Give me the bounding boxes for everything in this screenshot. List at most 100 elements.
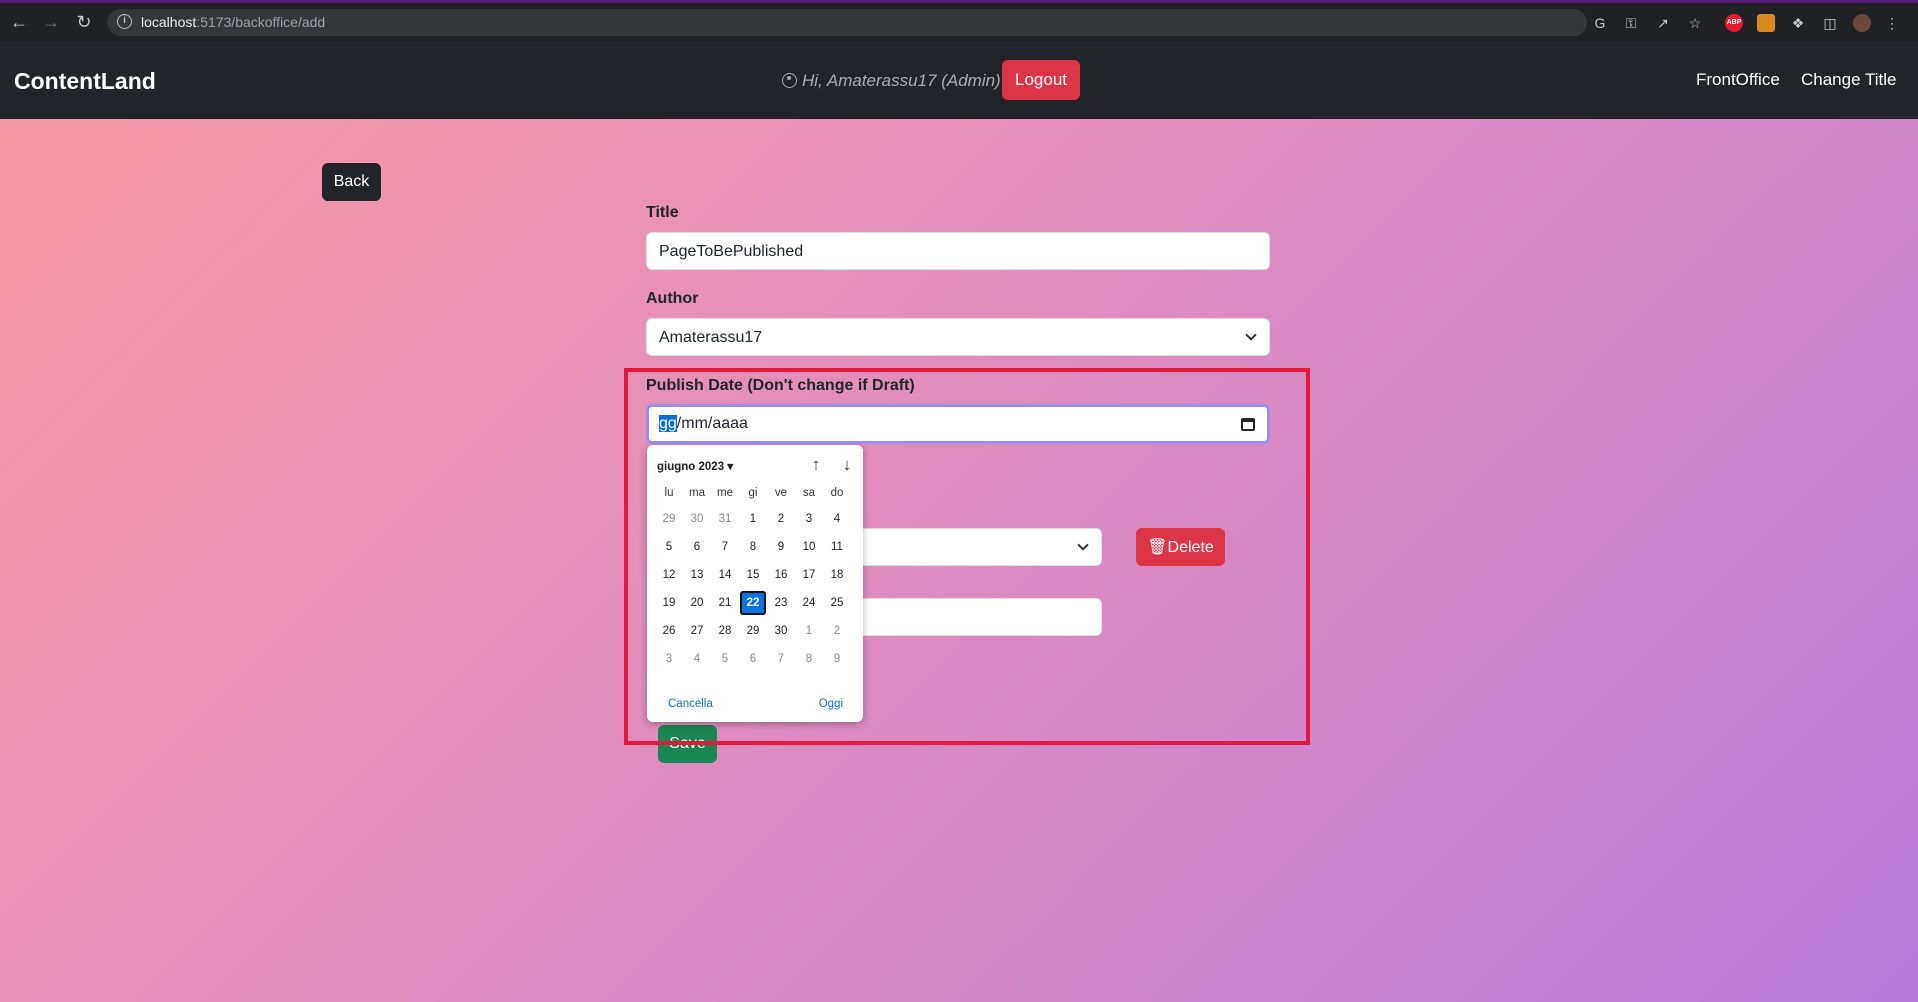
calendar-day[interactable]: 31 (711, 505, 739, 533)
calendar-day[interactable]: 12 (655, 561, 683, 589)
puzzle-icon[interactable]: ❖ (1789, 14, 1807, 32)
calendar-day[interactable]: 20 (683, 589, 711, 617)
calendar-days: 29 30 31 1 2 3 4 5 6 7 8 9 10 11 12 13 14 15 16 17 18 19 20 21 2… (655, 505, 851, 673)
calendar-day[interactable]: 4 (683, 645, 711, 673)
calendar-day[interactable]: 28 (711, 617, 739, 645)
calendar-day[interactable]: 1 (795, 617, 823, 645)
calendar-day[interactable]: 8 (739, 533, 767, 561)
nav-link-change-title[interactable]: Change Title (1801, 70, 1896, 90)
month-year-selector[interactable]: giugno 2023 ▾ (657, 459, 733, 473)
calendar-day[interactable]: 16 (767, 561, 795, 589)
user-greeting: Hi, Amaterassu17 (Admin) (782, 71, 1001, 91)
calendar-week-row: 26 27 28 29 30 1 2 (655, 617, 851, 645)
site-info-icon[interactable]: i (117, 14, 132, 29)
calendar-day[interactable]: 23 (767, 589, 795, 617)
calendar-day[interactable]: 4 (823, 505, 851, 533)
forward-arrow-icon[interactable]: → (40, 11, 62, 33)
calendar-day[interactable]: 10 (795, 533, 823, 561)
calendar-day[interactable]: 30 (767, 617, 795, 645)
author-select[interactable]: Amaterassu17 (646, 318, 1270, 356)
back-button[interactable]: Back (322, 163, 381, 201)
calendar-week-row: 3456789 (655, 645, 851, 673)
reload-icon[interactable]: ↻ (73, 11, 95, 33)
calendar-day[interactable]: 8 (795, 645, 823, 673)
calendar-day[interactable]: 30 (683, 505, 711, 533)
author-select-value: Amaterassu17 (659, 329, 763, 346)
selected-day-label: 22 (740, 591, 766, 615)
brand-title[interactable]: ContentLand (14, 68, 156, 95)
calendar-day[interactable]: 3 (655, 645, 683, 673)
calendar-day[interactable]: 13 (683, 561, 711, 589)
weekday-label: ve (774, 487, 788, 499)
weekday-label: gi (748, 487, 758, 499)
nav-link-frontoffice[interactable]: FrontOffice (1696, 70, 1780, 90)
calendar-day[interactable]: 27 (683, 617, 711, 645)
share-icon[interactable]: ↗ (1654, 14, 1672, 32)
user-circle-icon (782, 73, 797, 88)
calendar-grid: lu ma me gi ve sa do 29 30 31 1 2 3 4 5 6 7 8 9 10 11 12 13 14… (655, 481, 851, 673)
calendar-day[interactable]: 21 (711, 589, 739, 617)
calendar-week-row: 5 6 7 8 9 10 11 (655, 533, 851, 561)
calendar-day[interactable]: 9 (767, 533, 795, 561)
calendar-day[interactable]: 5 (655, 533, 683, 561)
calendar-day[interactable]: 7 (711, 533, 739, 561)
clear-button[interactable]: Cancella (668, 698, 713, 710)
logout-button[interactable]: Logout (1002, 60, 1080, 100)
calendar-day[interactable]: 15 (739, 561, 767, 589)
today-button[interactable]: Oggi (819, 698, 843, 710)
calendar-day[interactable]: 5 (711, 645, 739, 673)
browser-toolbar: ← → ↻ i localhost:5173/backoffice/add G … (0, 0, 1918, 41)
date-picker-popup: giugno 2023 ▾ ↑ ↓ lu ma me gi ve sa do 29 30 31 1… (647, 445, 863, 722)
key-icon[interactable]: ⚿ (1622, 14, 1640, 32)
calendar-day[interactable]: 6 (683, 533, 711, 561)
calendar-day[interactable]: 19 (655, 589, 683, 617)
calendar-day[interactable]: 26 (655, 617, 683, 645)
weekday-label: sa (802, 487, 816, 499)
author-label: Author (646, 290, 699, 307)
title-label: Title (646, 204, 679, 221)
chevron-down-icon (1245, 329, 1257, 341)
weekday-label: me (717, 487, 733, 499)
calendar-day[interactable]: 18 (823, 561, 851, 589)
calendar-week-row: 12 13 14 15 16 17 18 (655, 561, 851, 589)
star-icon[interactable]: ☆ (1686, 14, 1704, 32)
calendar-week-row: 29 30 31 1 2 3 4 (655, 505, 851, 533)
calendar-day[interactable]: 25 (823, 589, 851, 617)
calendar-day[interactable]: 29 (739, 617, 767, 645)
arrow-down-icon[interactable]: ↓ (837, 455, 857, 475)
url-host: localhost (141, 14, 197, 30)
app-navbar: ContentLand Hi, Amaterassu17 (Admin) Log… (0, 41, 1918, 119)
calendar-day[interactable]: 2 (823, 617, 851, 645)
calendar-day[interactable]: 9 (823, 645, 851, 673)
weekday-label: lu (664, 487, 674, 499)
address-bar[interactable]: i localhost:5173/backoffice/add (107, 9, 1587, 36)
weekday-label: do (830, 487, 844, 499)
title-input[interactable]: PageToBePublished (646, 232, 1270, 270)
url-text: localhost:5173/backoffice/add (141, 14, 325, 30)
calendar-day[interactable]: 2 (767, 505, 795, 533)
calendar-day[interactable]: 29 (655, 505, 683, 533)
calendar-day[interactable]: 7 (767, 645, 795, 673)
calendar-day[interactable]: 14 (711, 561, 739, 589)
page-content: Back Title PageToBePublished Author Amat… (0, 119, 1918, 1002)
adblock-icon[interactable]: ABP (1725, 14, 1743, 32)
caret-down-icon: ▾ (727, 461, 734, 473)
url-path: :5173/backoffice/add (196, 14, 326, 30)
calendar-day[interactable]: 11 (823, 533, 851, 561)
calendar-day[interactable]: 17 (795, 561, 823, 589)
month-year-label: giugno 2023 (657, 461, 725, 473)
google-icon[interactable]: G (1591, 14, 1609, 32)
arrow-up-icon[interactable]: ↑ (806, 455, 826, 475)
sidepanel-icon[interactable]: ◫ (1821, 14, 1839, 32)
calendar-day[interactable]: 1 (739, 505, 767, 533)
weekday-label: ma (689, 487, 705, 499)
extension-orange-icon[interactable] (1757, 14, 1775, 32)
calendar-day[interactable]: 6 (739, 645, 767, 673)
greeting-text: Hi, Amaterassu17 (Admin) (802, 71, 1001, 90)
calendar-day-selected[interactable]: 22 (739, 589, 767, 617)
menu-dots-icon[interactable]: ⋮ (1883, 14, 1901, 32)
calendar-day[interactable]: 3 (795, 505, 823, 533)
calendar-day[interactable]: 24 (795, 589, 823, 617)
profile-avatar-icon[interactable] (1853, 14, 1871, 32)
back-arrow-icon[interactable]: ← (8, 11, 30, 33)
